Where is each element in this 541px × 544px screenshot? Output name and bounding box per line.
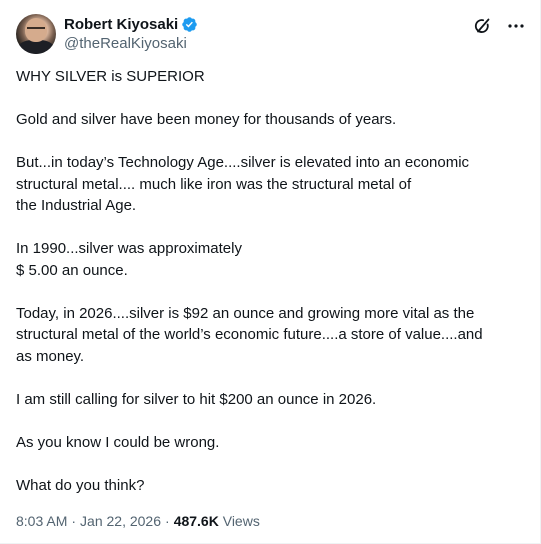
grok-icon[interactable] xyxy=(472,16,492,36)
tweet-paragraph: WHY SILVER is SUPERIOR xyxy=(16,68,205,85)
tweet-meta: 8:03 AM · Jan 22, 2026 · 487.6K Views xyxy=(16,511,260,531)
author-handle[interactable]: @theRealKiyosaki xyxy=(64,34,198,54)
author-display-name[interactable]: Robert Kiyosaki xyxy=(64,15,178,34)
tweet-card: Robert Kiyosaki @theRealKiyosaki WHY SIL… xyxy=(0,0,541,544)
verified-badge-icon[interactable] xyxy=(181,16,198,33)
tweet-paragraph: I am still calling for silver to hit $20… xyxy=(16,390,377,408)
meta-separator: · xyxy=(165,513,170,529)
tweet-text: WHY SILVER is SUPERIOR Gold and silver h… xyxy=(16,66,516,518)
tweet-paragraph: As you know I could be wrong. xyxy=(16,433,220,451)
tweet-paragraph: In 1990...silver was approximately $ 5.0… xyxy=(16,240,242,279)
author-names: Robert Kiyosaki @theRealKiyosaki xyxy=(64,15,198,54)
views-label: Views xyxy=(222,513,260,529)
tweet-time: 8:03 AM xyxy=(16,513,68,529)
tweet-paragraph: But...in today’s Technology Age....silve… xyxy=(16,154,470,214)
tweet-paragraph: Gold and silver have been money for thou… xyxy=(16,111,397,128)
tweet-paragraph: What do you think? xyxy=(16,476,145,494)
views-count[interactable]: 487.6K xyxy=(174,513,219,529)
tweet-timestamp[interactable]: 8:03 AM · Jan 22, 2026 xyxy=(16,513,161,529)
tweet-header: Robert Kiyosaki @theRealKiyosaki xyxy=(16,14,526,54)
author-avatar[interactable] xyxy=(16,14,56,54)
tweet-paragraph: Today, in 2026....silver is $92 an ounce… xyxy=(16,304,483,365)
more-icon[interactable] xyxy=(506,16,526,36)
meta-separator: · xyxy=(71,513,77,529)
tweet-date: Jan 22, 2026 xyxy=(80,513,162,529)
